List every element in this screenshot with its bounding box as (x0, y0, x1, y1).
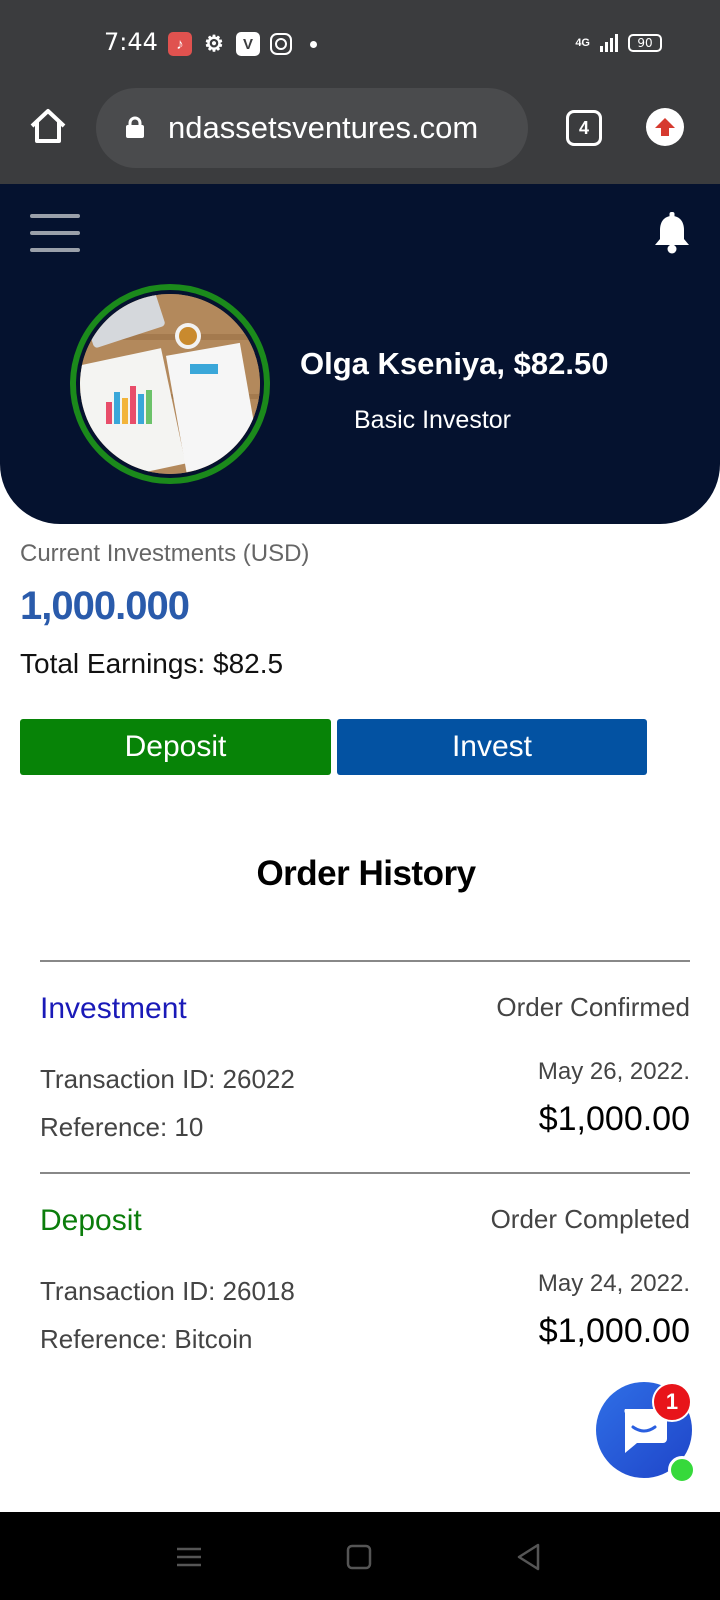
tab-switcher-button[interactable]: 4 (566, 110, 602, 146)
investments-amount: 1,000.000 (20, 584, 190, 628)
instagram-icon (270, 33, 292, 55)
order-status: Order Completed (490, 1204, 690, 1234)
order-reference: Reference: Bitcoin (40, 1324, 253, 1354)
investor-tier: Basic Investor (354, 406, 512, 434)
hamburger-menu-icon[interactable] (30, 214, 80, 252)
transaction-id: Transaction ID: 26018 (40, 1276, 295, 1306)
order-amount: $1,000.00 (538, 1100, 690, 1138)
deposit-button[interactable]: Deposit (20, 719, 331, 775)
back-nav-icon[interactable] (514, 1542, 544, 1572)
recent-apps-icon[interactable] (174, 1542, 204, 1572)
profile-header: Olga Kseniya, $82.50 Basic Investor (0, 184, 720, 524)
order-type: Investment (40, 992, 187, 1025)
update-button[interactable] (646, 108, 684, 146)
lock-icon (126, 116, 144, 138)
system-navigation-bar (0, 1512, 720, 1600)
notifications-bell-icon[interactable] (652, 212, 692, 254)
order-status: Order Confirmed (496, 992, 690, 1022)
user-name: Olga Kseniya, $82.50 (300, 346, 609, 381)
home-nav-icon[interactable] (344, 1542, 374, 1572)
browser-toolbar: ndassetsventures.com 4 (0, 86, 720, 184)
v-app-icon: V (236, 32, 260, 56)
home-button[interactable] (28, 106, 68, 146)
avatar[interactable] (70, 284, 270, 484)
transaction-id: Transaction ID: 26022 (40, 1064, 295, 1094)
order-history-title: Order History (256, 854, 476, 893)
status-bar: 7:44 ♪ ⚙ V 4G 90 (0, 0, 720, 86)
music-app-icon: ♪ (168, 32, 192, 56)
order-type: Deposit (40, 1204, 142, 1237)
avatar-image (80, 294, 260, 474)
order-date: May 24, 2022. (537, 1270, 690, 1297)
chat-notification-badge: 1 (652, 1382, 692, 1422)
arrow-up-icon (655, 118, 675, 136)
settings-icon: ⚙ (204, 31, 224, 56)
order-item[interactable]: Deposit Order Completed Transaction ID: … (40, 1172, 690, 1384)
order-item[interactable]: Investment Order Confirmed Transaction I… (40, 960, 690, 1172)
order-amount: $1,000.00 (538, 1312, 690, 1350)
network-type: 4G (575, 37, 590, 49)
total-earnings: Total Earnings: $82.5 (20, 648, 284, 679)
invest-button[interactable]: Invest (337, 719, 647, 775)
signal-strength-icon (600, 34, 618, 52)
status-time: 7:44 (104, 28, 158, 56)
investments-label: Current Investments (USD) (20, 540, 310, 567)
system-indicators: 4G 90 (575, 34, 662, 52)
more-notifications-dot-icon (310, 40, 317, 48)
url-text: ndassetsventures.com (168, 110, 479, 145)
notification-icons: ♪ ⚙ V (168, 31, 317, 56)
order-reference: Reference: 10 (40, 1112, 204, 1142)
home-icon (30, 109, 66, 143)
address-bar[interactable]: ndassetsventures.com (96, 88, 528, 168)
battery-icon: 90 (628, 34, 662, 52)
online-status-dot (668, 1456, 696, 1484)
order-date: May 26, 2022. (537, 1058, 690, 1085)
